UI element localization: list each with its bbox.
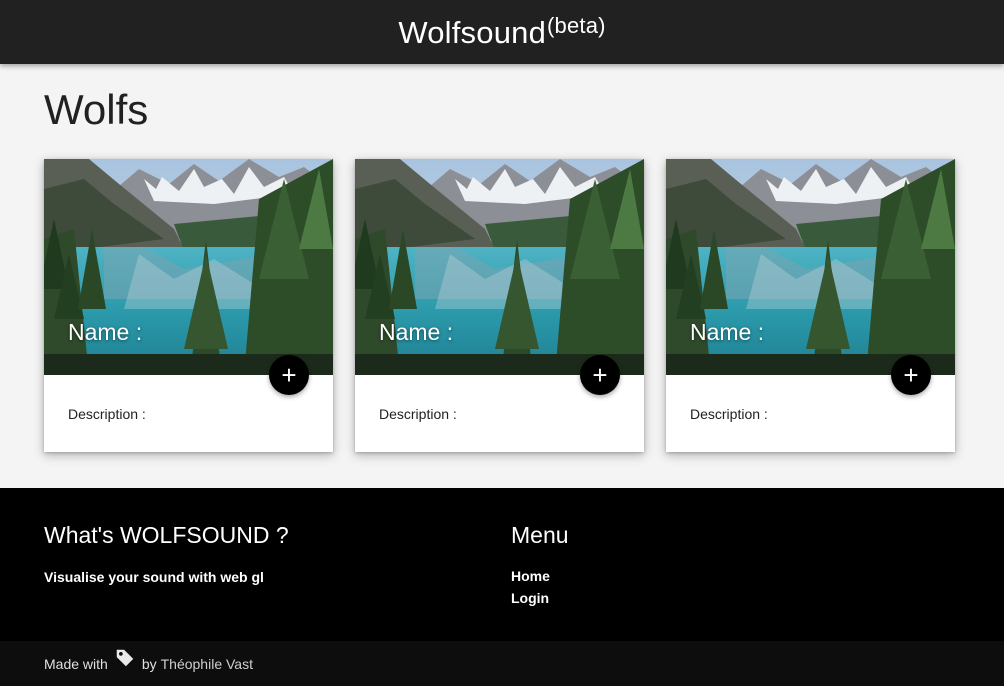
add-button[interactable]: + bbox=[269, 355, 309, 395]
footer-menu-list: Home Login bbox=[511, 565, 550, 609]
beta-badge: (beta) bbox=[547, 12, 606, 38]
card-name-label: Name : bbox=[68, 319, 143, 345]
card-image: Name : bbox=[44, 159, 333, 375]
copyright-prefix: Made with bbox=[44, 655, 108, 672]
card-image: Name : bbox=[355, 159, 644, 375]
card-description-label: Description : bbox=[68, 406, 146, 422]
wolf-card: Name : + Description : bbox=[355, 159, 644, 452]
brand-logo[interactable]: Wolfsound(beta) bbox=[398, 14, 605, 50]
footer-link-login[interactable]: Login bbox=[511, 590, 549, 606]
wolf-card: Name : + Description : bbox=[44, 159, 333, 452]
add-button[interactable]: + bbox=[891, 355, 931, 395]
brand-name: Wolfsound bbox=[398, 14, 547, 50]
card-description-label: Description : bbox=[690, 406, 768, 422]
top-navbar: Wolfsound(beta) bbox=[0, 0, 1004, 64]
copyright-by: by bbox=[141, 655, 157, 672]
add-button[interactable]: + bbox=[580, 355, 620, 395]
plus-icon: + bbox=[592, 360, 608, 390]
card-description-label: Description : bbox=[379, 406, 457, 422]
footer-link-home[interactable]: Home bbox=[511, 568, 550, 584]
plus-icon: + bbox=[903, 360, 919, 390]
tag-icon bbox=[114, 647, 136, 669]
card-image: Name : bbox=[666, 159, 955, 375]
footer-menu-item: Home bbox=[511, 565, 550, 587]
footer-about-title: What's WOLFSOUND ? bbox=[44, 522, 289, 548]
card-list: Name : + Description : Name: + Descript… bbox=[44, 159, 955, 452]
footer-menu-title: Menu bbox=[511, 522, 569, 548]
footer-about-text: Visualise your sound with web gl bbox=[44, 569, 264, 585]
author-link[interactable]: Théophile Vast bbox=[161, 656, 253, 672]
wolf-card: Name : + Description : bbox=[666, 159, 955, 452]
plus-icon: + bbox=[281, 360, 297, 390]
card-name-label: Name : bbox=[690, 319, 765, 345]
page-title: Wolfs bbox=[44, 86, 149, 133]
footer-menu-item: Login bbox=[511, 587, 550, 609]
card-name-label: Name : bbox=[379, 319, 454, 345]
footer-copyright: Made with by Théophile Vast bbox=[0, 641, 1004, 686]
